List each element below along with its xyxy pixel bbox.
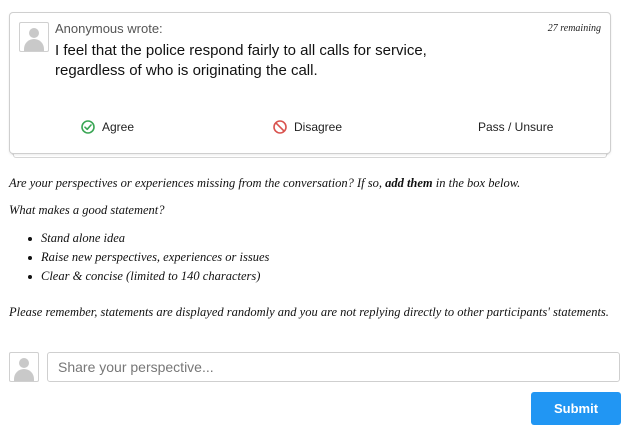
- avatar-body-icon: [14, 369, 34, 381]
- card-stack-edge: [13, 154, 607, 158]
- remaining-count: 27 remaining: [547, 23, 601, 34]
- missing-perspectives-text: Are your perspectives or experiences mis…: [9, 176, 521, 190]
- list-item: Stand alone idea: [27, 229, 269, 248]
- add-them-emphasis: add them: [385, 176, 433, 190]
- pass-unsure-label: Pass / Unsure: [478, 120, 554, 134]
- disagree-label: Disagree: [294, 120, 343, 134]
- agree-label: Agree: [102, 120, 135, 134]
- list-item: Raise new perspectives, experiences or i…: [27, 248, 269, 267]
- tips-list: Stand alone idea Raise new perspectives,…: [27, 229, 269, 286]
- pass-unsure-button[interactable]: Pass / Unsure: [478, 117, 553, 137]
- list-item: Clear & concise (limited to 140 characte…: [27, 267, 269, 286]
- compose-avatar: [9, 352, 39, 382]
- agree-button[interactable]: Agree: [81, 117, 134, 137]
- submit-button[interactable]: Submit: [531, 392, 621, 425]
- avatar-head-icon: [29, 28, 39, 38]
- good-statement-heading: What makes a good statement?: [9, 203, 165, 217]
- check-circle-icon: [81, 120, 95, 134]
- statement-card: Anonymous wrote: 27 remaining I feel tha…: [9, 12, 611, 154]
- disagree-button[interactable]: Disagree: [273, 117, 342, 137]
- statement-text: I feel that the police respond fairly to…: [55, 42, 427, 79]
- ban-icon: [273, 120, 287, 134]
- remember-note: Please remember, statements are displaye…: [9, 305, 609, 319]
- avatar-body-icon: [24, 39, 44, 51]
- statement-author: Anonymous wrote:: [55, 21, 163, 36]
- avatar: [19, 22, 49, 52]
- perspective-input[interactable]: [47, 352, 620, 382]
- avatar-head-icon: [19, 358, 29, 368]
